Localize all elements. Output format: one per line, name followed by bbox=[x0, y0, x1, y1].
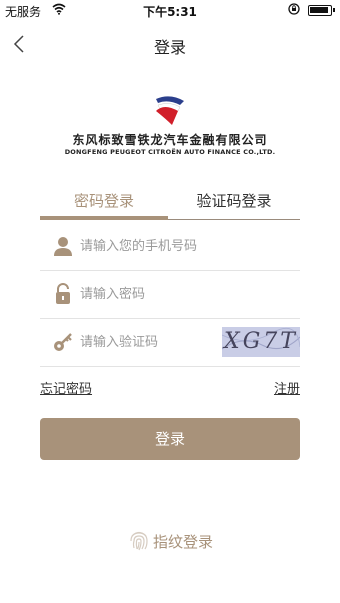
brand-name-cn: 东风标致雪铁龙汽车金融有限公司 bbox=[72, 133, 268, 147]
key-icon bbox=[52, 331, 74, 353]
active-tab-indicator bbox=[40, 216, 168, 220]
captcha-code: XG7T bbox=[224, 329, 298, 354]
login-tabs: 密码登录 验证码登录 bbox=[40, 188, 300, 222]
forgot-password-link[interactable]: 忘记密码 bbox=[40, 378, 92, 397]
brand-emblem-icon bbox=[150, 89, 190, 129]
phone-input[interactable] bbox=[80, 233, 260, 259]
fingerprint-login[interactable]: 指纹登录 bbox=[0, 528, 340, 552]
fingerprint-label: 指纹登录 bbox=[153, 533, 214, 551]
user-icon bbox=[52, 235, 74, 257]
password-input[interactable] bbox=[80, 281, 260, 307]
page-title: 登录 bbox=[153, 38, 186, 57]
tab-code-login[interactable]: 验证码登录 bbox=[168, 188, 300, 222]
fingerprint-icon bbox=[128, 529, 150, 551]
battery-icon bbox=[308, 5, 335, 16]
login-button[interactable]: 登录 bbox=[40, 418, 300, 460]
brand-logo: 东风标致雪铁龙汽车金融有限公司 DONGFENG PEUGEOT CITROËN… bbox=[0, 85, 340, 165]
orientation-lock-icon bbox=[288, 3, 300, 18]
tab-divider bbox=[168, 219, 300, 220]
nav-bar: 登录 bbox=[0, 22, 340, 68]
lock-icon bbox=[52, 283, 74, 305]
brand-name-en: DONGFENG PEUGEOT CITROËN AUTO FINANCE CO… bbox=[64, 148, 276, 156]
status-bar: 无服务 下午5:31 bbox=[0, 0, 340, 22]
register-link[interactable]: 注册 bbox=[274, 378, 300, 397]
captcha-field: XG7T bbox=[40, 319, 300, 367]
captcha-image[interactable]: XG7T bbox=[222, 327, 300, 357]
password-field bbox=[40, 271, 300, 319]
account-links: 忘记密码 注册 bbox=[40, 378, 300, 398]
phone-field bbox=[40, 223, 300, 271]
